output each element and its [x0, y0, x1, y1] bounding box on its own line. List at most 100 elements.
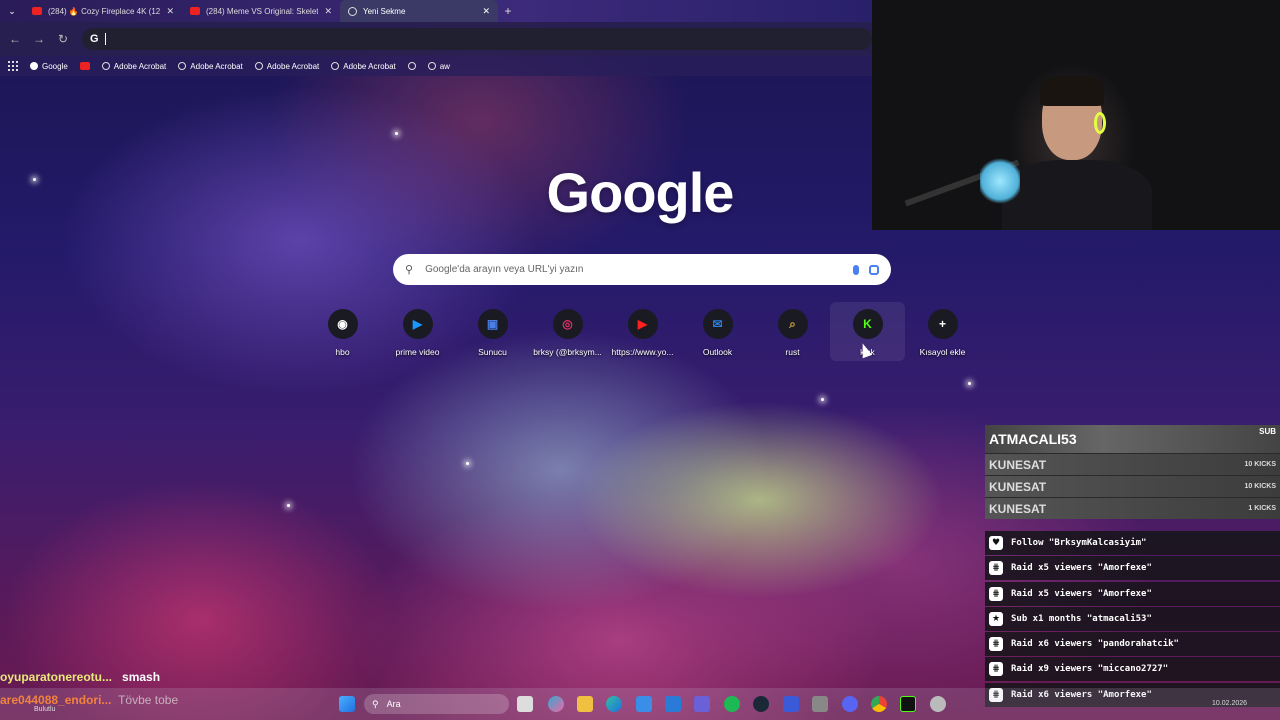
globe-icon [101, 62, 110, 70]
streamer-body [1002, 160, 1152, 230]
close-icon[interactable]: ✕ [166, 6, 174, 17]
shortcut-tile[interactable]: ▶ https://www.yo... [605, 302, 680, 361]
kick-app-icon[interactable] [900, 696, 916, 712]
teams-icon[interactable] [694, 696, 710, 712]
background-star [821, 398, 824, 401]
shortcut-tile[interactable]: ◉ hbo [305, 302, 380, 361]
background-star [466, 462, 469, 465]
stream-event-row: ⋕ Raid x5 viewers "Amorfexe" [985, 581, 1280, 606]
shortcut-tile[interactable]: ▣ Sunucu [455, 302, 530, 361]
event-type-icon: ⋕ [989, 561, 1003, 576]
bookmark-adobe-acrobat-3[interactable]: Adobe Acrobat [254, 62, 319, 71]
reload-icon[interactable]: ↻ [54, 32, 72, 46]
taskbar-search[interactable]: ⚲ Ara [364, 694, 509, 714]
tab-search-chevron-icon[interactable]: ⌄ [0, 6, 24, 17]
chrome-icon[interactable] [871, 696, 887, 712]
shortcut-label: Outlook [702, 347, 733, 357]
taskbar-search-label: Ara [386, 699, 401, 709]
discord-icon[interactable] [842, 696, 858, 712]
stream-event-row: ⋕ Raid x6 viewers "pandorahatcik" [985, 632, 1280, 657]
search-icon: ⚲ [405, 264, 414, 276]
alert-top-row: ATMACALI53 SUB [985, 425, 1280, 453]
shortcut-tile[interactable]: ◎ brksy (@brksym... [530, 302, 605, 361]
alert-row: KUNESAT 10 KICKS [985, 475, 1280, 497]
tab-cozy-fireplace[interactable]: (284) 🔥 Cozy Fireplace 4K (12 ✕ [24, 0, 182, 22]
tab-new-tab[interactable]: Yeni Sekme ✕ [340, 0, 498, 22]
shortcut-label: brksy (@brksym... [533, 347, 602, 357]
shortcut-icon: ▶ [402, 309, 433, 339]
bookmark-adobe-acrobat-1[interactable]: Adobe Acrobat [101, 62, 166, 71]
event-text: Follow "BrksymKalcasiyim" [1011, 538, 1147, 548]
tab-meme-vs-original[interactable]: (284) Meme VS Original: Skelet ✕ [182, 0, 340, 22]
event-text: Raid x5 viewers "Amorfexe" [1011, 563, 1152, 574]
bookmark-aw[interactable]: aw [427, 61, 450, 71]
globe-icon [331, 62, 340, 70]
shortcut-icon: ◉ [327, 309, 358, 339]
alert-name: KUNESAT [989, 501, 1047, 516]
search-input[interactable] [423, 263, 843, 276]
app-icon[interactable] [783, 696, 799, 712]
event-type-icon: ⋕ [989, 662, 1003, 677]
steam-icon[interactable] [753, 696, 769, 712]
close-icon[interactable]: ✕ [482, 6, 490, 17]
background-star [968, 382, 971, 385]
alert-tag: 10 KICKS [1244, 483, 1276, 490]
shortcut-tile[interactable]: ▶ prime video [380, 302, 455, 361]
shortcut-icon: ▶ [627, 309, 658, 339]
globe-icon [348, 6, 357, 16]
webcam-overlay [872, 0, 1280, 230]
google-lens-icon[interactable] [869, 264, 879, 275]
app-icon [427, 62, 436, 70]
copilot-icon[interactable] [548, 696, 564, 712]
background-star [287, 504, 290, 507]
chat-username: oyuparatonereotu... [0, 670, 113, 684]
event-type-icon: ⋕ [989, 637, 1003, 652]
shortcut-tile[interactable]: ✉ Outlook [680, 302, 755, 361]
streamer-hair [1040, 76, 1104, 106]
bookmark-globe[interactable] [407, 62, 416, 70]
back-arrow-icon[interactable]: ← [6, 32, 24, 46]
shortcut-icon: ◎ [552, 309, 583, 339]
spotify-icon[interactable] [724, 696, 740, 712]
event-text: Raid x9 viewers "miccano2727" [1011, 664, 1169, 675]
apps-grid-icon[interactable] [8, 61, 18, 71]
new-tab-plus-icon[interactable]: + [498, 4, 518, 18]
bookmark-label: aw [439, 61, 450, 71]
outlook-icon[interactable] [665, 696, 681, 712]
bookmark-adobe-acrobat-2[interactable]: Adobe Acrobat [178, 62, 243, 71]
shortcut-icon: K [852, 309, 883, 339]
task-view-icon[interactable] [517, 696, 533, 712]
search-icon: ⚲ [372, 698, 379, 709]
chat-message: oyuparatonereotu... smash [0, 670, 160, 684]
alert-row: KUNESAT 1 KICKS [985, 497, 1280, 519]
bookmark-adobe-acrobat-4[interactable]: Adobe Acrobat [331, 62, 396, 71]
microphone-icon[interactable] [853, 264, 859, 275]
forward-arrow-icon[interactable]: → [30, 32, 48, 46]
file-explorer-icon[interactable] [577, 696, 593, 712]
ntp-search-box[interactable]: ⚲ [393, 254, 891, 285]
stream-event-row: ★ Sub x1 months "atmacali53" [985, 606, 1280, 631]
shortcut-tile[interactable]: ⌕ rust [755, 302, 830, 361]
alert-top-tag: SUB [1259, 427, 1276, 436]
text-caret [104, 33, 106, 45]
shortcut-tile[interactable]: + Kısayol ekle [905, 302, 980, 361]
edge-icon[interactable] [606, 696, 622, 712]
store-icon[interactable] [636, 696, 652, 712]
youtube-icon [32, 7, 42, 15]
stream-event-list: ♥ Follow "BrksymKalcasiyim" ⋕ Raid x5 viewe… [985, 531, 1280, 708]
app-icon[interactable] [812, 696, 828, 712]
windows-start-icon[interactable] [339, 696, 355, 712]
google-g-icon: G [90, 33, 99, 45]
background-star [33, 178, 36, 181]
stream-alert-panel: ATMACALI53 SUB KUNESAT 10 KICKS KUNESAT … [985, 425, 1280, 519]
close-icon[interactable]: ✕ [324, 6, 332, 17]
shortcut-label: hbo [335, 347, 350, 357]
address-bar[interactable]: G [82, 28, 872, 50]
event-text: Raid x6 viewers "pandorahatcik" [1011, 639, 1179, 650]
bookmark-google[interactable]: Google [30, 62, 68, 71]
chat-message: are044088_endori... Tövbe tobe [0, 693, 178, 707]
settings-gear-icon[interactable] [930, 696, 946, 712]
event-text: Sub x1 months "atmacali53" [1011, 613, 1152, 624]
globe-icon [178, 62, 187, 70]
bookmark-youtube[interactable] [79, 62, 90, 70]
